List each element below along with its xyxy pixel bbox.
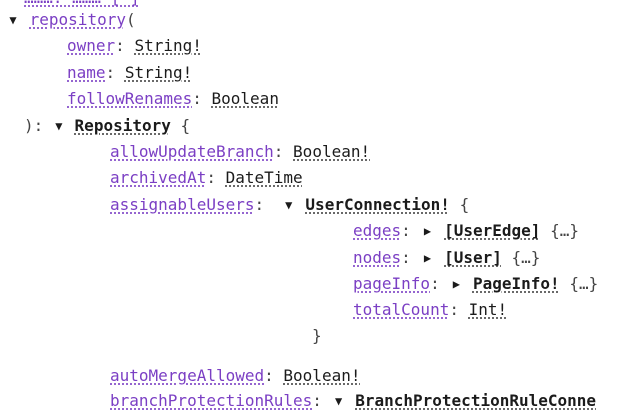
type-string[interactable]: String!: [125, 63, 192, 82]
colon: :: [192, 89, 202, 108]
type-string[interactable]: String!: [134, 36, 201, 55]
colon: :: [206, 168, 216, 187]
close-brace: }: [312, 326, 322, 345]
collapse-triangle-icon[interactable]: ▶: [449, 274, 463, 294]
expand-triangle-icon[interactable]: ▼: [6, 10, 20, 30]
repository-field[interactable]: repository: [30, 10, 126, 29]
clipped-top-line: ………: ……… [ ]: [24, 0, 140, 8]
collapsed-ellipsis[interactable]: {…}: [550, 221, 579, 240]
type-userconnection[interactable]: UserConnection!: [305, 195, 450, 214]
field-assignableusers-row: assignableUsers: ▼ UserConnection! {: [110, 195, 469, 215]
clipped-field: ………: ……… [ ]: [24, 0, 140, 7]
open-brace: {: [459, 195, 470, 214]
collapse-triangle-icon[interactable]: ▶: [420, 248, 434, 268]
expand-triangle-icon[interactable]: ▼: [332, 391, 346, 411]
collapsed-ellipsis[interactable]: {…}: [512, 248, 541, 267]
colon: :: [430, 274, 440, 293]
type-branchprotectionruleconnection[interactable]: BranchProtectionRuleConne: [355, 391, 596, 410]
expand-triangle-icon[interactable]: ▼: [53, 116, 65, 136]
field-branchprotectionrules-row: branchProtectionRules: ▼ BranchProtectio…: [110, 391, 596, 411]
open-paren: (: [125, 10, 136, 29]
field-assignableusers[interactable]: assignableUsers: [110, 195, 255, 214]
field-pageinfo-row: pageInfo: ▶ PageInfo! {…}: [353, 274, 598, 294]
field-pageinfo[interactable]: pageInfo: [353, 274, 430, 293]
field-edges-row: edges: ▶ [UserEdge] {…}: [353, 221, 579, 241]
arg-owner-row: owner: String!: [67, 36, 202, 56]
return-type-row: ): ▼ Repository {: [24, 116, 190, 136]
close-brace-row: }: [312, 326, 322, 346]
colon: :: [105, 63, 116, 82]
field-archivedat-row: archivedAt: DateTime: [110, 168, 303, 188]
arg-followrenames[interactable]: followRenames: [67, 89, 192, 108]
field-allowupdatebranch-row: allowUpdateBranch: Boolean!: [110, 142, 370, 162]
arg-name-row: name: String!: [67, 63, 192, 83]
collapsed-ellipsis[interactable]: {…}: [569, 274, 598, 293]
type-boolean[interactable]: Boolean: [212, 89, 279, 108]
type-useredge[interactable]: [UserEdge]: [444, 221, 540, 240]
open-brace: {: [180, 116, 191, 135]
type-int[interactable]: Int!: [469, 300, 508, 319]
colon: :: [401, 248, 411, 267]
repository-field-row: ▼ repository(: [6, 10, 136, 30]
colon: :: [401, 221, 411, 240]
collapse-triangle-icon[interactable]: ▶: [420, 221, 434, 241]
colon: :: [273, 142, 284, 161]
field-totalcount-row: totalCount: Int!: [353, 300, 507, 320]
field-totalcount[interactable]: totalCount: [353, 300, 449, 319]
close-paren-colon: ):: [24, 116, 44, 135]
type-boolean[interactable]: Boolean!: [293, 142, 370, 161]
colon: :: [449, 300, 459, 319]
colon: :: [115, 36, 125, 55]
arg-followrenames-row: followRenames: Boolean: [67, 89, 279, 109]
field-automergeallowed-row: autoMergeAllowed: Boolean!: [110, 366, 360, 386]
field-automergeallowed[interactable]: autoMergeAllowed: [110, 366, 264, 385]
field-edges[interactable]: edges: [353, 221, 401, 240]
colon: :: [312, 391, 322, 410]
type-boolean[interactable]: Boolean!: [283, 366, 360, 385]
field-archivedat[interactable]: archivedAt: [110, 168, 206, 187]
field-nodes[interactable]: nodes: [353, 248, 401, 267]
colon: :: [254, 195, 265, 214]
colon: :: [264, 366, 274, 385]
arg-name[interactable]: name: [67, 63, 106, 82]
type-user[interactable]: [User]: [444, 248, 502, 267]
type-datetime[interactable]: DateTime: [226, 168, 303, 187]
field-nodes-row: nodes: ▶ [User] {…}: [353, 248, 540, 268]
expand-triangle-icon[interactable]: ▼: [282, 195, 296, 215]
return-type-repository[interactable]: Repository: [75, 116, 171, 135]
arg-owner[interactable]: owner: [67, 36, 115, 55]
field-allowupdatebranch[interactable]: allowUpdateBranch: [110, 142, 274, 161]
type-pageinfo[interactable]: PageInfo!: [473, 274, 560, 293]
field-branchprotectionrules[interactable]: branchProtectionRules: [110, 391, 312, 410]
